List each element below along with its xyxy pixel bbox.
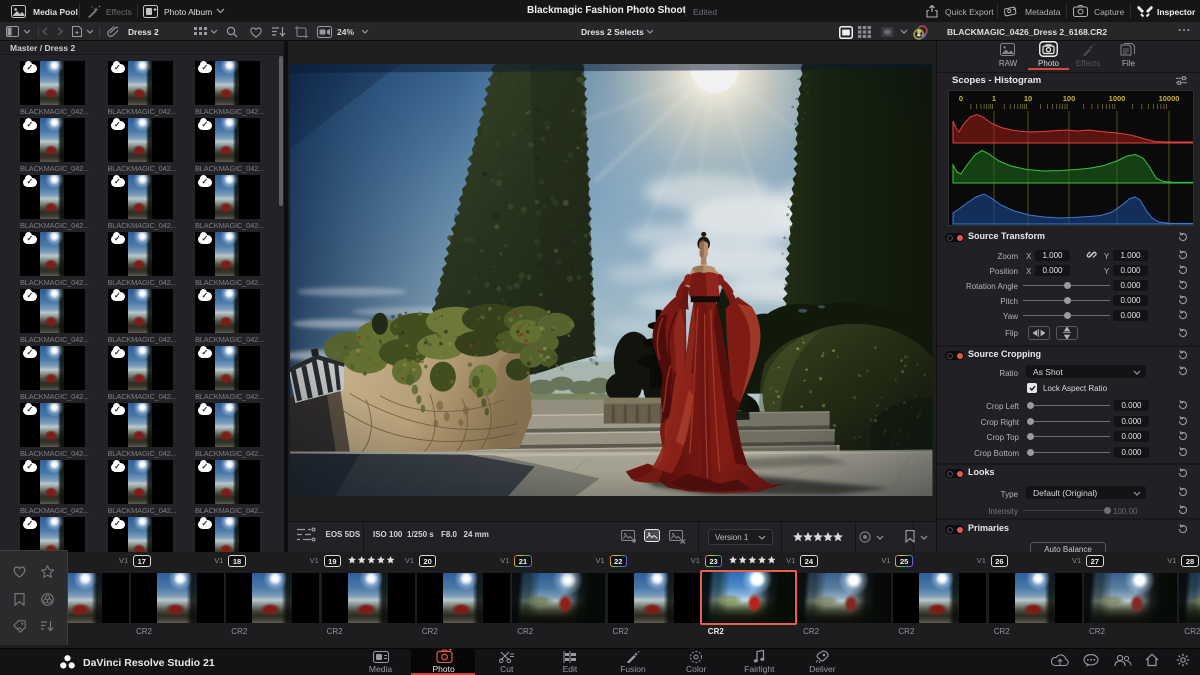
svg-text:0: 0: [959, 94, 963, 103]
svg-text:10000: 10000: [1159, 94, 1180, 103]
svg-text:1000: 1000: [1109, 94, 1126, 103]
svg-text:100: 100: [1063, 94, 1076, 103]
svg-text:10: 10: [1024, 94, 1032, 103]
svg-text:1: 1: [992, 94, 996, 103]
